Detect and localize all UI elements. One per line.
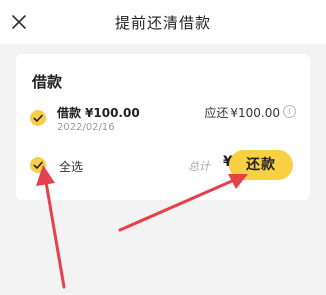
repay-due: 应还 ¥100.00	[204, 104, 280, 121]
header-bar: 提前还清借款	[0, 0, 326, 44]
section-title: 借款	[32, 73, 63, 91]
loan-item-checkbox[interactable]	[30, 110, 46, 126]
select-all-checkbox[interactable]	[30, 157, 46, 173]
info-icon[interactable]: i	[283, 105, 296, 118]
checkmark-icon	[33, 114, 43, 122]
repay-due-label: 应还	[204, 106, 229, 120]
select-all-label[interactable]: 全选	[59, 158, 83, 175]
repay-button[interactable]: 还款	[229, 150, 293, 180]
checkmark-icon	[33, 161, 43, 169]
loan-item-amount: ¥100.00	[85, 106, 140, 120]
repay-due-amount: ¥100.00	[230, 106, 280, 120]
loan-item-title: 借款 ¥100.00	[57, 104, 140, 121]
page-title: 提前还清借款	[114, 14, 211, 32]
loan-card: 借款 借款 ¥100.00 2022/02/16 应还 ¥100.00 i 全选 总…	[16, 54, 310, 200]
loan-item-label: 借款	[57, 106, 82, 120]
loan-item-date: 2022/02/16	[57, 122, 115, 133]
